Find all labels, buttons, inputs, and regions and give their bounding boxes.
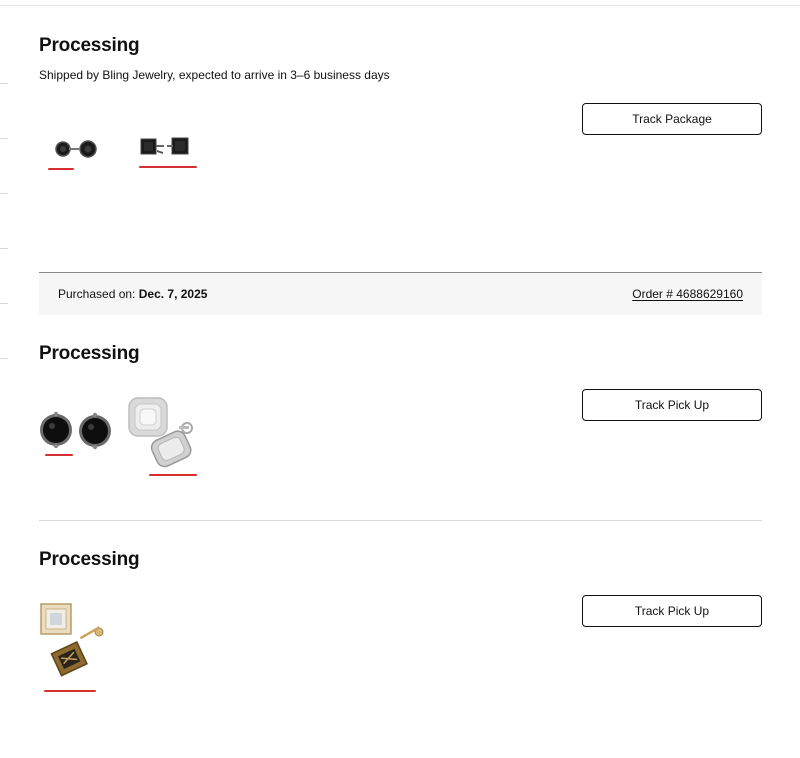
track-package-button[interactable]: Track Package bbox=[582, 103, 762, 135]
shipment-card: Processing Track Pick Up bbox=[39, 550, 762, 710]
black-round-stud-earrings-icon[interactable] bbox=[51, 136, 101, 162]
shipment-status: Processing bbox=[39, 549, 140, 570]
shipment-status: Processing bbox=[39, 35, 140, 56]
track-pick-up-button[interactable]: Track Pick Up bbox=[582, 389, 762, 421]
purchased-label: Purchased on: bbox=[58, 287, 136, 301]
top-divider bbox=[0, 5, 800, 6]
black-square-stud-earrings-icon[interactable] bbox=[139, 134, 193, 160]
edge-tick bbox=[0, 193, 8, 194]
silver-cushion-halo-earrings-icon[interactable] bbox=[127, 396, 201, 472]
edge-tick bbox=[0, 358, 8, 359]
shipping-note: Shipped by Bling Jewelry, expected to ar… bbox=[39, 68, 390, 82]
shipment-divider bbox=[39, 520, 762, 521]
annotation-underline bbox=[48, 168, 74, 170]
annotation-underline bbox=[44, 690, 96, 692]
edge-tick bbox=[0, 83, 8, 84]
shipment-card: Processing Shipped by Bling Jewelry, exp… bbox=[39, 36, 762, 266]
order-number-link[interactable]: Order # 4688629160 bbox=[632, 287, 743, 301]
gold-square-halo-earrings-icon[interactable] bbox=[39, 602, 113, 678]
black-round-stud-earrings-icon[interactable] bbox=[39, 410, 113, 450]
order-info-bar: Purchased on: Dec. 7, 2025 Order # 46886… bbox=[39, 273, 762, 315]
edge-tick bbox=[0, 248, 8, 249]
product-thumbnails bbox=[39, 600, 159, 700]
purchased-on: Purchased on: Dec. 7, 2025 bbox=[58, 287, 207, 301]
track-pick-up-button[interactable]: Track Pick Up bbox=[582, 595, 762, 627]
edge-tick bbox=[0, 303, 8, 304]
edge-tick bbox=[0, 138, 8, 139]
annotation-underline bbox=[45, 454, 73, 456]
shipment-card: Processing Track Pick Up bbox=[39, 344, 762, 514]
annotation-underline bbox=[139, 166, 197, 168]
purchased-date: Dec. 7, 2025 bbox=[138, 287, 208, 301]
product-thumbnails bbox=[39, 394, 239, 484]
annotation-underline bbox=[149, 474, 197, 476]
shipment-status: Processing bbox=[39, 343, 140, 364]
product-thumbnails bbox=[39, 126, 239, 186]
